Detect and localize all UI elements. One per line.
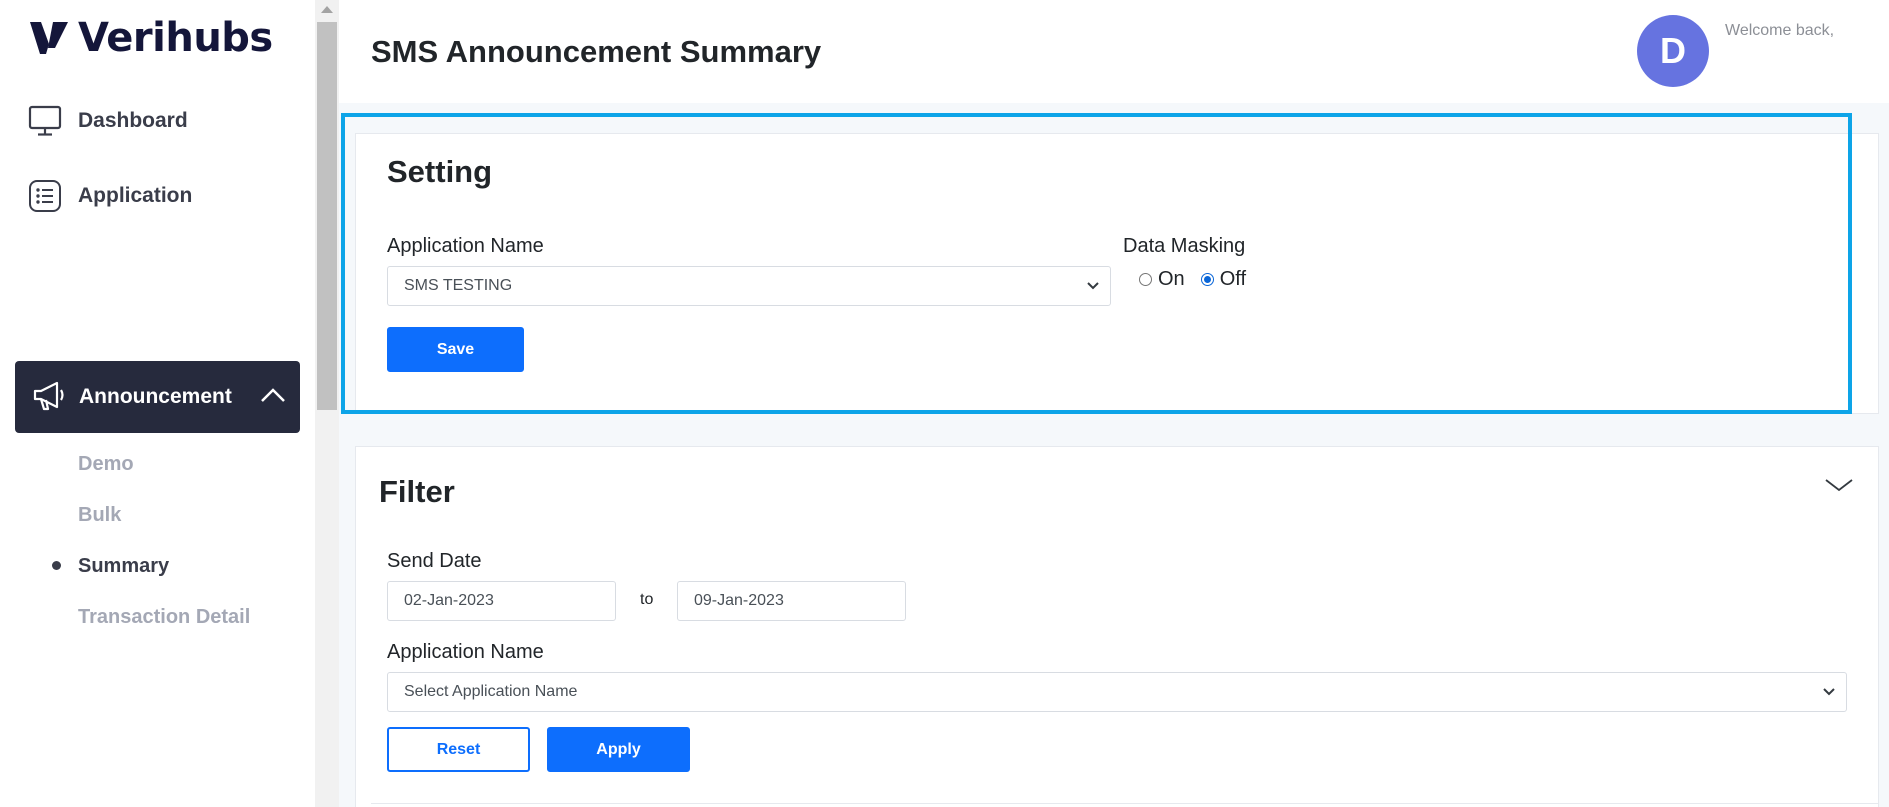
verihubs-logo-icon [30,22,68,54]
date-range-separator: to [640,591,654,608]
scroll-up-arrow-icon[interactable] [321,6,333,13]
main-content: SMS Announcement Summary D Welcome back,… [339,0,1889,807]
monitor-icon [28,104,62,138]
radio-off[interactable] [1200,273,1214,286]
brand-logo[interactable]: Verihubs [28,18,273,58]
application-name-label: Application Name [387,235,544,257]
sidebar-subitem-transaction-detail[interactable]: Transaction Detail [78,606,250,629]
filter-application-name-select[interactable]: Select Application Name [387,672,1847,712]
sidebar-item-label: Application [78,184,193,207]
application-name-select[interactable]: SMS TESTING [387,266,1111,306]
sidebar-subitem-summary[interactable]: Summary [78,555,169,578]
brand-name: Verihubs [78,15,273,61]
sidebar-subitem-demo[interactable]: Demo [78,453,134,476]
reset-button[interactable]: Reset [387,727,530,772]
chevron-down-icon [1823,688,1835,696]
radio-off-label: Off [1219,268,1246,290]
select-value: SMS TESTING [404,277,513,294]
welcome-text: Welcome back, [1725,22,1835,39]
sidebar-scrollbar[interactable] [315,0,339,807]
sidebar-item-application[interactable]: Application [28,178,192,214]
send-date-label: Send Date [387,550,482,572]
filter-title: Filter [379,474,455,509]
radio-on-label: On [1158,268,1185,290]
scrollbar-thumb[interactable] [317,22,337,410]
page-header: SMS Announcement Summary D Welcome back, [339,0,1889,103]
data-masking-radio-group: On Off [1139,268,1246,291]
sidebar-item-label: Announcement [79,385,232,408]
filter-application-name-label: Application Name [387,641,544,663]
setting-title: Setting [387,154,493,189]
megaphone-icon [31,377,67,418]
date-from-input[interactable]: 02-Jan-2023 [387,581,616,621]
chevron-down-icon[interactable] [1824,476,1854,494]
data-masking-label: Data Masking [1123,235,1246,257]
chevron-down-icon [1087,282,1099,290]
sidebar-item-dashboard[interactable]: Dashboard [28,103,188,139]
sidebar-item-label: Dashboard [78,109,188,132]
sidebar-subitem-bulk[interactable]: Bulk [78,504,121,527]
sidebar: Verihubs Dashboard Application Announcem… [0,0,315,807]
current-indicator-dot [52,561,61,570]
save-button[interactable]: Save [387,327,524,372]
page-title: SMS Announcement Summary [371,34,822,69]
divider [371,803,1879,804]
select-placeholder: Select Application Name [404,683,578,700]
list-icon [28,179,62,213]
date-to-input[interactable]: 09-Jan-2023 [677,581,906,621]
radio-on[interactable] [1139,273,1152,286]
avatar[interactable]: D [1637,15,1709,87]
chevron-up-icon[interactable] [260,385,286,405]
sidebar-item-announcement[interactable]: Announcement [15,361,300,433]
apply-button[interactable]: Apply [547,727,690,772]
